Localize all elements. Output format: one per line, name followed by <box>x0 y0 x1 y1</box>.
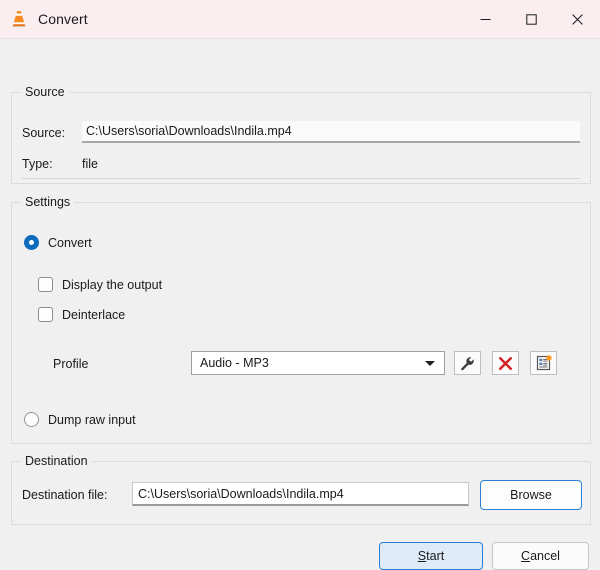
minimize-button[interactable] <box>462 0 508 38</box>
red-x-icon <box>499 356 512 370</box>
radio-convert-indicator <box>24 235 39 250</box>
destination-group: Destination Destination file: Browse <box>11 454 591 525</box>
profile-selected-value: Audio - MP3 <box>200 356 269 370</box>
window-title: Convert <box>38 11 88 27</box>
source-group-legend: Source <box>21 85 69 99</box>
destination-file-input[interactable] <box>132 482 469 506</box>
radio-convert[interactable]: Convert <box>24 235 92 250</box>
profile-label: Profile <box>53 357 89 371</box>
radio-convert-label: Convert <box>48 235 92 250</box>
chevron-down-icon <box>425 361 435 366</box>
type-label: Type: <box>22 157 53 171</box>
new-profile-icon <box>536 355 552 371</box>
type-value: file <box>82 157 98 171</box>
browse-button[interactable]: Browse <box>480 480 582 510</box>
minimize-icon <box>480 18 490 20</box>
checkbox-deinterlace[interactable]: Deinterlace <box>38 307 125 322</box>
close-icon <box>571 13 583 25</box>
checkbox-display-output[interactable]: Display the output <box>38 277 162 292</box>
checkbox-display-output-label: Display the output <box>62 277 163 292</box>
start-button[interactable]: Start <box>379 542 483 570</box>
start-button-label: Start <box>417 549 445 563</box>
maximize-button[interactable] <box>508 0 554 38</box>
maximize-icon <box>525 13 537 25</box>
browse-button-label: Browse <box>510 488 552 502</box>
close-button[interactable] <box>554 0 600 38</box>
dialog-body: Source Source: Type: file Settings Conve… <box>0 39 600 570</box>
radio-dump-raw-input[interactable]: Dump raw input <box>24 412 136 427</box>
checkbox-deinterlace-indicator <box>38 307 53 322</box>
vlc-cone-icon <box>12 11 26 28</box>
source-label: Source: <box>22 126 66 140</box>
new-profile-button[interactable] <box>530 351 557 375</box>
delete-profile-button[interactable] <box>492 351 519 375</box>
cancel-button[interactable]: Cancel <box>492 542 589 570</box>
edit-profile-button[interactable] <box>454 351 481 375</box>
destination-group-legend: Destination <box>21 454 92 468</box>
profile-select[interactable]: Audio - MP3 <box>191 351 445 375</box>
radio-dump-raw-input-indicator <box>24 412 39 427</box>
settings-group: Settings Convert Display the output Dein… <box>11 195 591 444</box>
title-bar: Convert <box>0 0 600 39</box>
settings-group-legend: Settings <box>21 195 75 209</box>
destination-file-label: Destination file: <box>22 488 108 502</box>
checkbox-deinterlace-label: Deinterlace <box>62 307 126 322</box>
cancel-button-label: Cancel <box>521 549 560 563</box>
wrench-icon <box>461 356 474 370</box>
source-group: Source Source: Type: file <box>11 85 591 184</box>
radio-dump-raw-input-label: Dump raw input <box>48 412 136 427</box>
checkbox-display-output-indicator <box>38 277 53 292</box>
window-controls <box>462 0 600 38</box>
source-divider <box>22 178 580 179</box>
source-path-field[interactable] <box>82 121 580 143</box>
